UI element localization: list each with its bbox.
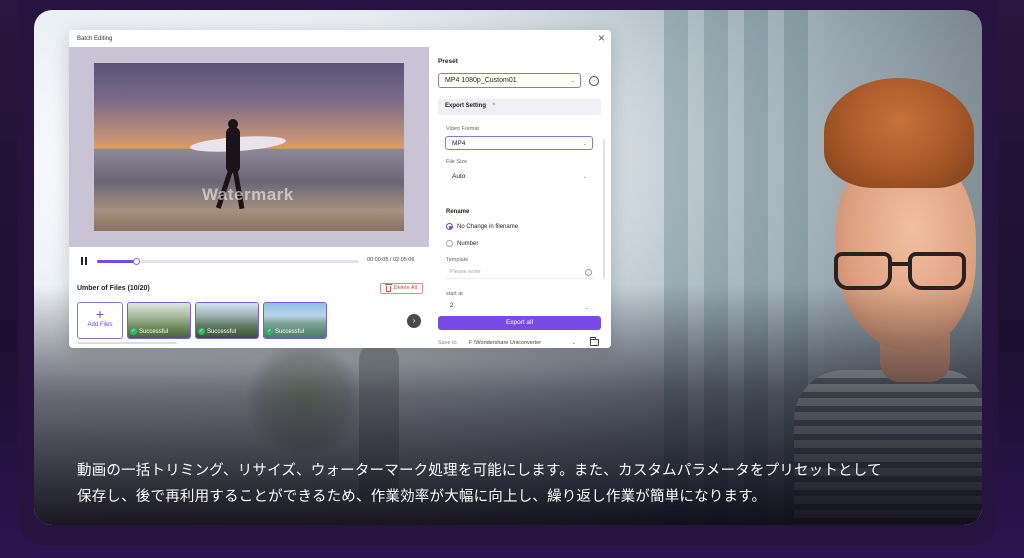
start-at-label: start at [446, 291, 463, 297]
thumbnail-status: ✓ Successful [266, 328, 304, 335]
batch-editing-window: Batch Editing × Watermark 00:00:05 / 02:… [69, 30, 611, 348]
export-setting-label: Export Setting [445, 103, 487, 109]
pause-icon[interactable] [81, 257, 87, 265]
rename-option-label: No Change in filename [457, 223, 519, 230]
title-bar: Batch Editing × [69, 30, 611, 48]
window-title: Batch Editing [77, 36, 113, 42]
chevron-down-icon: ⌄ [582, 174, 587, 180]
hair [824, 78, 974, 188]
video-frame[interactable]: Watermark [94, 63, 404, 231]
progress-track[interactable] [97, 258, 359, 265]
panel-scrollbar[interactable] [603, 139, 605, 279]
video-preview: Watermark [69, 47, 429, 247]
video-format-label: Video Format [446, 126, 479, 132]
add-files-button[interactable]: + Add Files [77, 302, 123, 339]
files-count-label: Umber of Files (10/20) [77, 285, 150, 292]
video-format-value: MP4 [452, 140, 466, 147]
start-at-input[interactable]: 2 ⌄ [446, 301, 594, 313]
next-arrow-icon[interactable]: › [407, 314, 421, 328]
template-input[interactable]: Please enter i [446, 267, 594, 279]
preset-select[interactable]: MP4 1080p_Custom01 ⌄ [438, 73, 581, 88]
close-icon[interactable]: × [598, 32, 605, 44]
chevron-down-icon: ⌄ [582, 141, 587, 147]
check-icon: ✓ [130, 328, 137, 335]
caption-text: 動画の一括トリミング、リサイズ、ウォーターマーク処理を可能にします。また、カスタ… [77, 458, 957, 510]
export-setting-toggle[interactable]: Export Setting ⌃ [438, 99, 601, 115]
video-format-select[interactable]: MP4 ⌄ [445, 136, 593, 150]
rename-option-number[interactable]: Number [446, 240, 478, 247]
watermark-text: Watermark [202, 185, 294, 204]
trash-icon [384, 283, 392, 292]
file-thumbnail[interactable]: ✓ Successful [127, 302, 191, 339]
progress-knob[interactable] [133, 258, 141, 265]
start-at-value: 2 [450, 303, 454, 309]
check-icon: ✓ [266, 328, 273, 335]
check-icon: ✓ [198, 328, 205, 335]
caption-line-2: 保存し、後で再利用することができるため、作業効率が大幅に向上し、繰り返し作業が簡… [77, 489, 767, 505]
rename-label: Rename [446, 209, 470, 215]
save-path[interactable]: F:\Wondershare Uniconverter [469, 340, 541, 346]
file-size-select[interactable]: Auto ⌄ [445, 169, 593, 183]
chevron-down-icon: ⌄ [570, 78, 575, 84]
add-files-label: Add Files [87, 322, 113, 328]
status-label: Successful [139, 328, 169, 335]
plus-icon: + [95, 306, 105, 322]
status-label: Successful [275, 328, 305, 335]
folder-icon[interactable] [590, 337, 599, 346]
progress-fill [97, 260, 137, 263]
file-size-value: Auto [452, 173, 466, 180]
time-readout: 00:00:05 / 02:05:06 [367, 257, 415, 263]
info-icon[interactable]: i [585, 269, 592, 276]
save-to-label: Save to [438, 340, 457, 346]
files-strip: + Add Files ✓ Successful ✓ Successful ✓ … [77, 302, 423, 340]
settings-panel: Preset MP4 1080p_Custom01 ⌄ ⋯ Export Set… [433, 47, 605, 346]
thumbnail-status: ✓ Successful [130, 328, 168, 335]
glasses-bridge [890, 262, 910, 266]
chevron-up-icon: ⌃ [491, 103, 496, 109]
caption-line-1: 動画の一括トリミング、リサイズ、ウォーターマーク処理を可能にします。また、カスタ… [77, 463, 882, 479]
more-options-icon[interactable]: ⋯ [589, 76, 599, 86]
chevron-down-icon[interactable]: ⌄ [572, 340, 576, 346]
rename-option-no-change[interactable]: No Change in filename [446, 223, 518, 230]
template-label: Template [446, 257, 469, 263]
export-all-button[interactable]: Export all [438, 316, 601, 330]
delete-all-label: Delete All [393, 285, 417, 291]
player-controls: 00:00:05 / 02:05:06 [69, 254, 429, 268]
chevron-down-icon: ⌄ [584, 305, 589, 311]
file-thumbnail[interactable]: ✓ Successful [263, 302, 327, 339]
file-size-label: File Size [446, 159, 468, 165]
template-placeholder: Please enter [450, 269, 481, 275]
file-thumbnail[interactable]: ✓ Successful [195, 302, 259, 339]
preset-label: Preset [438, 58, 458, 65]
files-scrollbar[interactable] [77, 342, 177, 344]
rename-option-label: Number [457, 240, 479, 247]
preset-value: MP4 1080p_Custom01 [445, 77, 517, 84]
files-header: Umber of Files (10/20) Delete All [77, 283, 423, 295]
save-to-row: Save to F:\Wondershare Uniconverter ⌄ [438, 337, 604, 349]
radio-unselected[interactable] [446, 240, 453, 247]
radio-selected[interactable] [446, 223, 453, 230]
status-label: Successful [207, 328, 237, 335]
thumbnail-status: ✓ Successful [198, 328, 236, 335]
delete-all-button[interactable]: Delete All [379, 283, 423, 294]
surfer-body [226, 127, 240, 173]
